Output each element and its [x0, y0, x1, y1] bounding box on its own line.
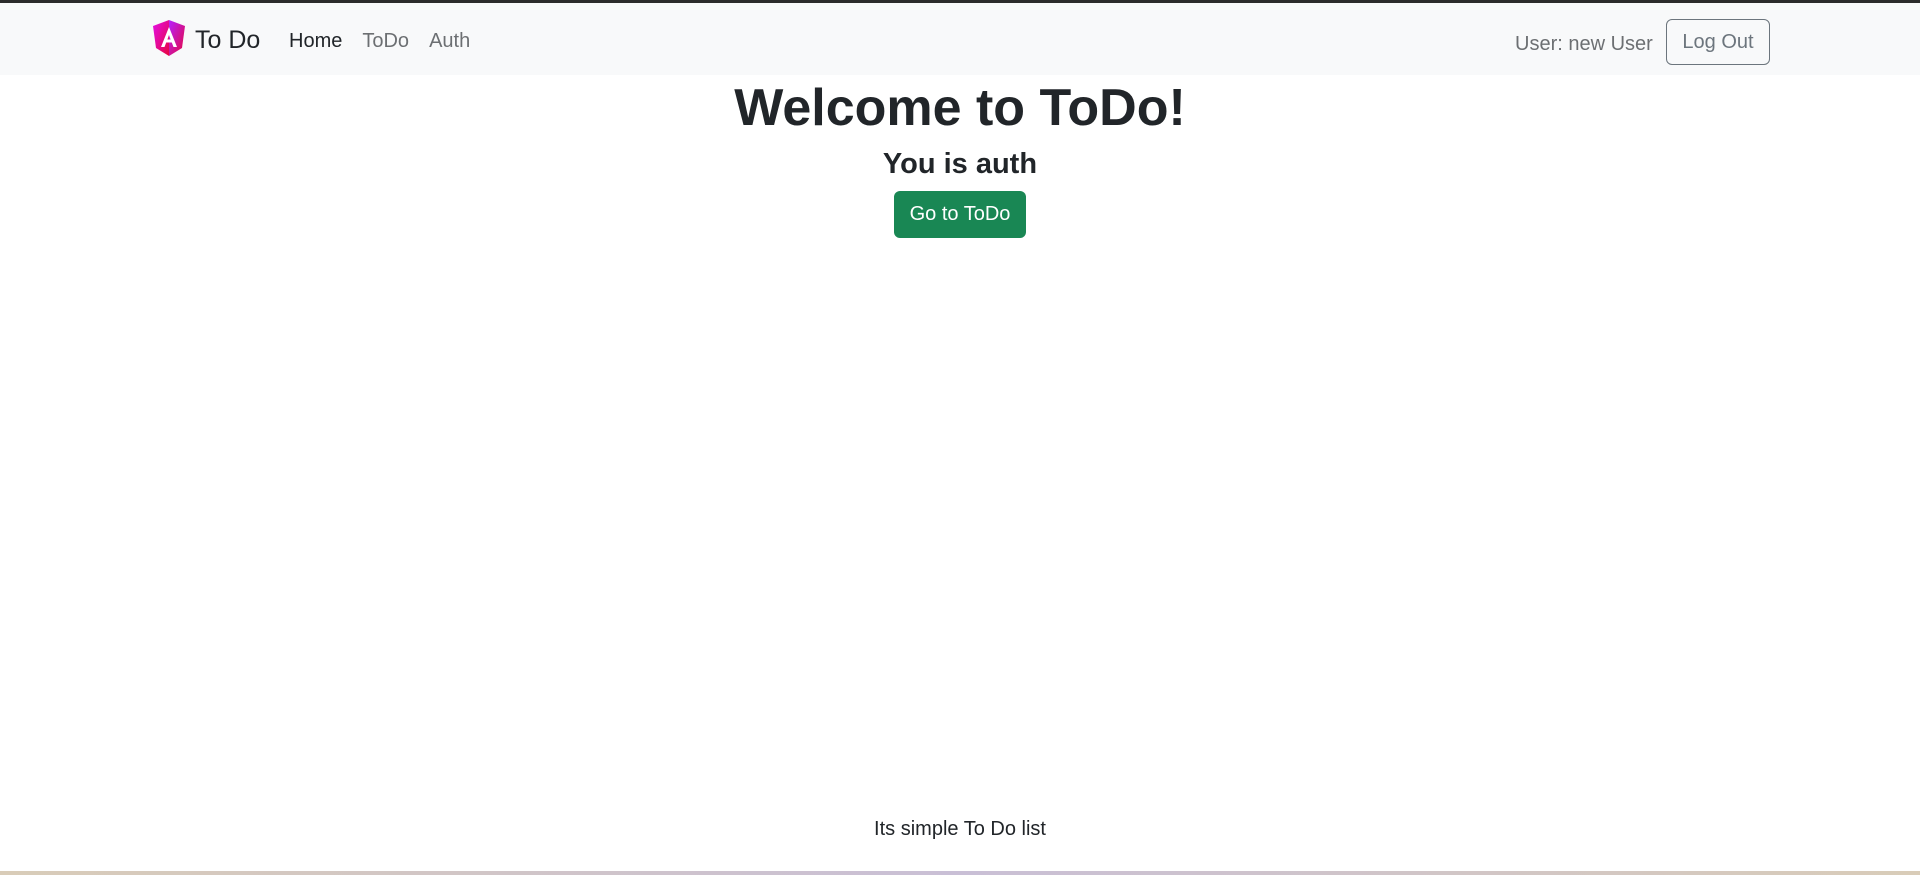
nav-links: Home ToDo Auth — [289, 27, 490, 55]
auth-status-heading: You is auth — [882, 148, 1038, 180]
nav-link-auth[interactable]: Auth — [429, 27, 470, 55]
angular-logo-icon — [150, 20, 188, 60]
nav-link-home[interactable]: Home — [289, 27, 342, 55]
bottom-border — [0, 871, 1920, 875]
page-title: Welcome to ToDo! — [734, 79, 1186, 137]
brand-title: To Do — [195, 26, 261, 54]
go-to-todo-button[interactable]: Go to ToDo — [894, 191, 1026, 238]
nav-link-todo[interactable]: ToDo — [362, 27, 409, 55]
navbar: To Do Home ToDo Auth User: new User Log … — [0, 3, 1920, 75]
footer-text: Its simple To Do list — [874, 818, 1046, 840]
navbar-brand[interactable]: To Do — [150, 20, 260, 60]
logout-button[interactable]: Log Out — [1666, 19, 1770, 65]
current-user-label: User: new User — [1515, 33, 1653, 55]
